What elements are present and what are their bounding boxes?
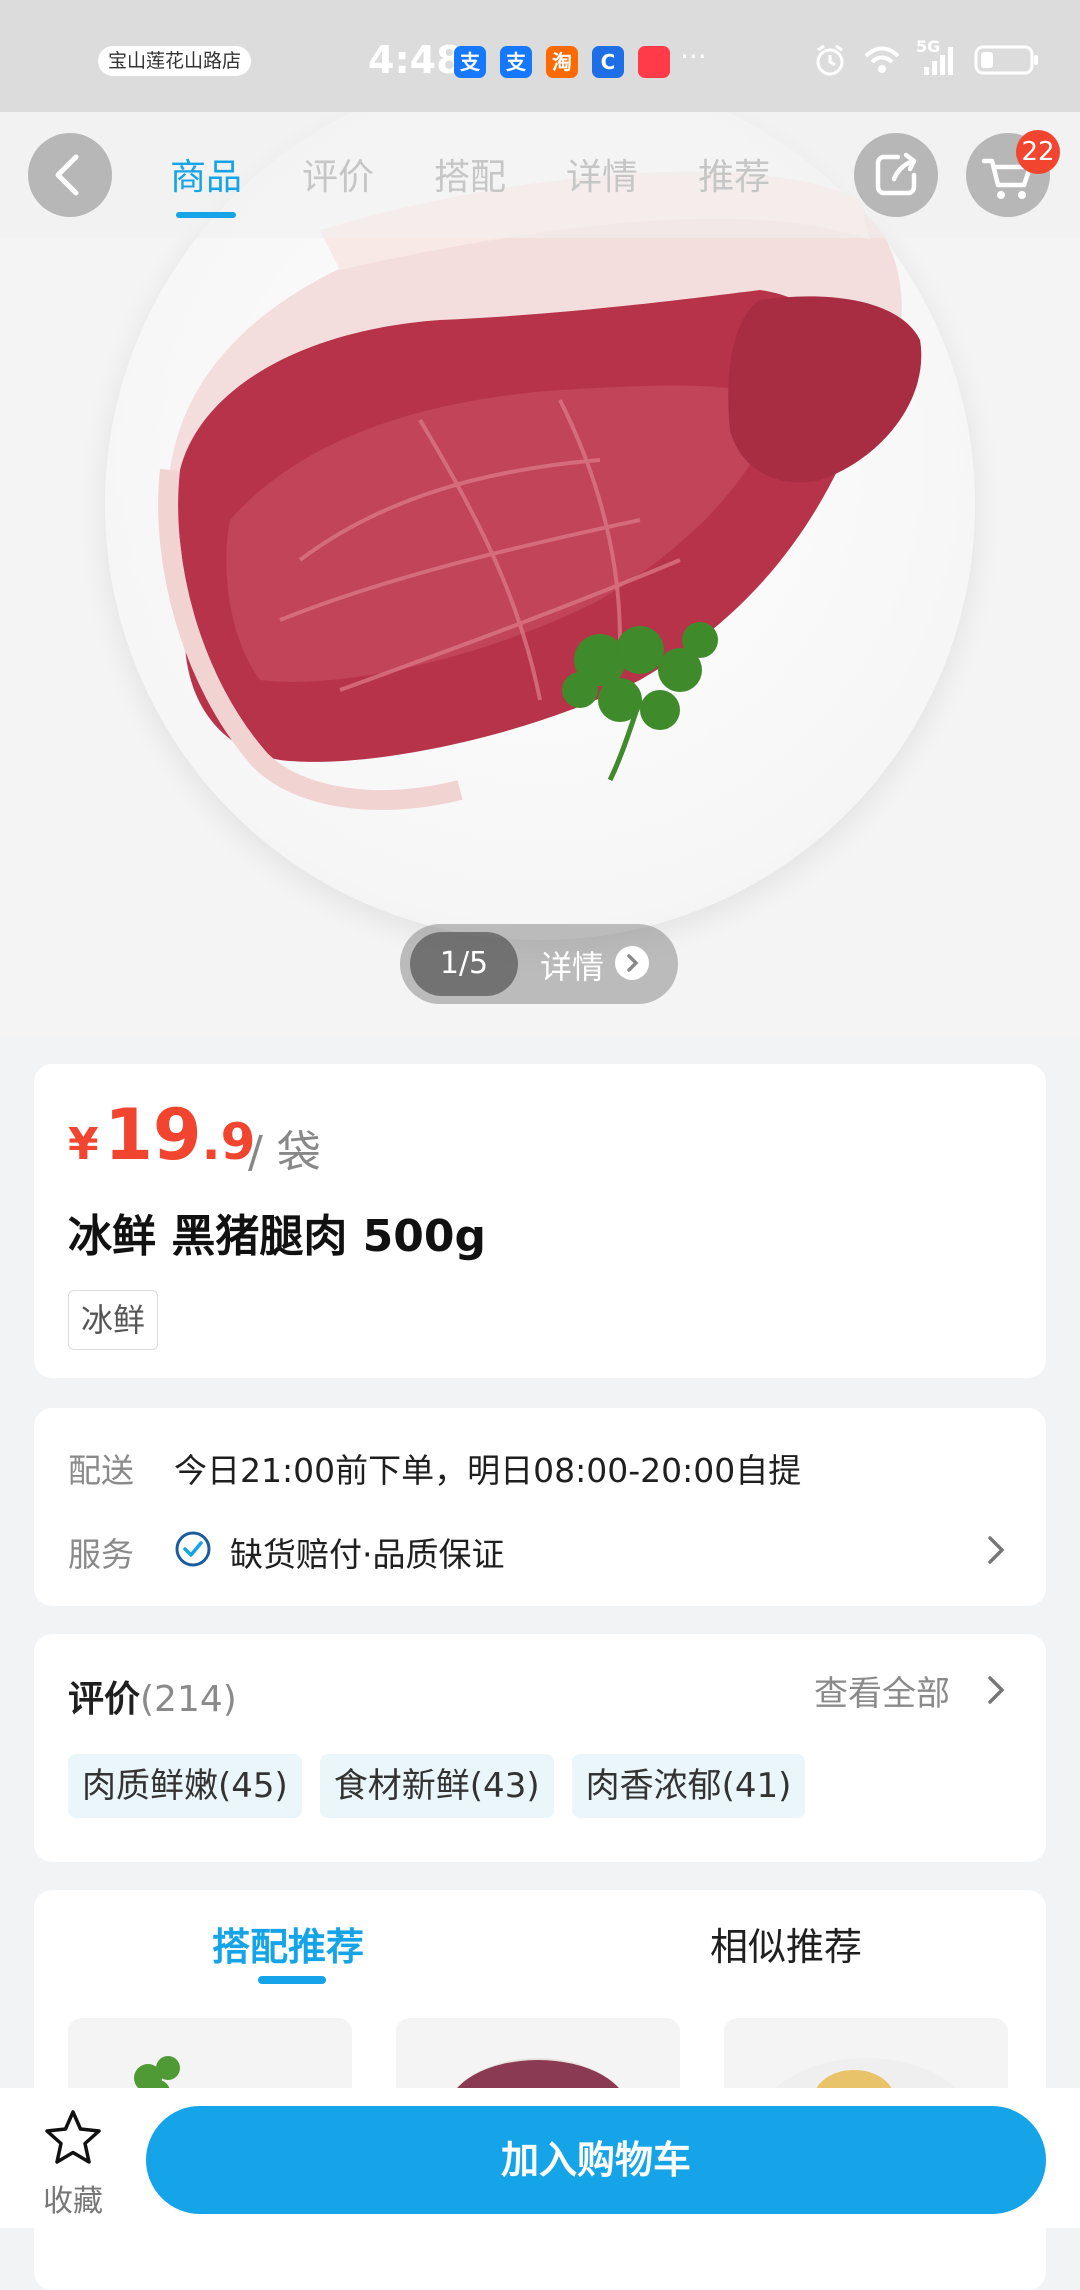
product-info-card: ¥ 19.9 / 袋 冰鲜 黑猪腿肉 500g 冰鲜 [34,1064,1046,1378]
taobao-icon: 淘 [546,46,578,78]
delivery-value: 今日21:00前下单，明日08:00-20:00自提 [174,1451,802,1490]
review-tag[interactable]: 食材新鲜(43) [319,1754,554,1818]
share-button[interactable] [854,133,938,217]
product-tag: 冰鲜 [68,1290,159,1350]
chevron-right-icon [984,1532,1008,1572]
review-tags: 肉质鲜嫩(45) 食材新鲜(43) 肉香浓郁(41) [68,1754,806,1818]
currency-symbol: ¥ [68,1119,99,1170]
section-tabs: 商品 评价 搭配 详情 推荐 [170,148,770,218]
delivery-label: 配送 [68,1451,134,1490]
bottom-action-bar: 收藏 加入购物车 [0,2088,1080,2228]
reviews-title: 评价 [68,1679,141,1720]
delivery-service-card[interactable]: 配送 今日21:00前下单，明日08:00-20:00自提 服务 缺货赔付·品质… [34,1408,1046,1606]
review-tag[interactable]: 肉香浓郁(41) [571,1754,806,1818]
chevron-right-icon[interactable] [984,1672,1008,1712]
app-icon: C [592,46,624,78]
battery-icon [974,44,1040,76]
gallery-pager[interactable]: 1/5 详情 [400,924,678,1004]
tab-product[interactable]: 商品 [170,148,242,218]
tab-similar-recommend[interactable]: 相似推荐 [710,1916,862,1971]
back-button[interactable] [28,133,112,217]
huawei-icon [638,46,670,78]
alipay-icon: 支 [500,46,532,78]
tab-pairing-recommend[interactable]: 搭配推荐 [212,1916,364,1971]
tab-reviews[interactable]: 评价 [302,148,374,200]
reviews-card: 评价(214) 查看全部 肉质鲜嫩(45) 食材新鲜(43) 肉香浓郁(41) [34,1634,1046,1862]
reviews-count: (214) [140,1679,237,1720]
price: ¥ 19.9 [68,1094,255,1176]
price-unit: / 袋 [248,1127,321,1178]
status-bar: 宝山莲花山路店 4:48 支 支 淘 C ··· 5G [0,0,1080,112]
alipay-icon: 支 [454,46,486,78]
active-tab-indicator [258,1976,326,1984]
review-tag[interactable]: 肉质鲜嫩(45) [68,1754,302,1818]
wifi-icon [862,44,902,76]
tab-details[interactable]: 详情 [566,148,638,200]
tab-pairing[interactable]: 搭配 [434,148,506,200]
reviews-heading: 评价(214) [68,1670,237,1722]
favorite-label: 收藏 [43,2184,103,2219]
tab-recommend[interactable]: 推荐 [698,148,770,200]
network-label: 5G [916,37,941,56]
add-to-cart-button[interactable]: 加入购物车 [146,2106,1046,2214]
cart-count-badge: 22 [1016,130,1060,174]
share-icon [875,152,917,196]
gallery-page-count: 1/5 [410,932,518,996]
star-icon [45,2110,101,2164]
chevron-right-icon [615,946,649,980]
clock: 4:48 [368,38,463,82]
check-circle-icon [174,1530,212,1568]
product-title: 冰鲜 黑猪腿肉 500g [68,1211,486,1262]
alarm-icon [812,42,848,78]
more-notifications-icon: ··· [680,40,707,73]
favorite-button[interactable]: 收藏 [40,2106,106,2220]
see-all-reviews-link[interactable]: 查看全部 [814,1666,950,1715]
gallery-detail-label: 详情 [540,948,605,986]
service-value: 缺货赔付·品质保证 [230,1535,505,1574]
top-navigation: 商品 评价 搭配 详情 推荐 [0,112,1080,238]
chevron-left-icon [55,154,79,196]
price-integer: 19 [104,1094,202,1176]
signal-5g-icon: 5G [916,37,960,77]
store-name-chip: 宝山莲花山路店 [98,46,252,76]
service-label: 服务 [68,1535,134,1574]
